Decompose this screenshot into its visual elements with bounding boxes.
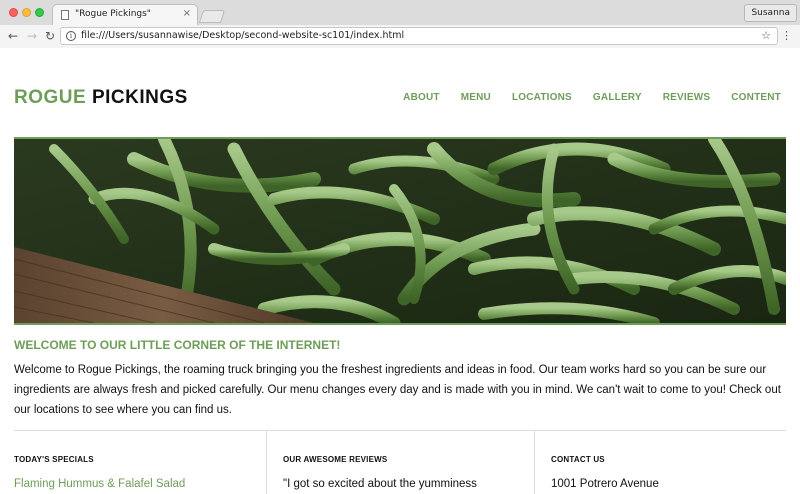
star-icon[interactable]: ☆	[761, 29, 771, 42]
reload-icon[interactable]: ↻	[45, 28, 55, 44]
tab-strip: "Rogue Pickings" × Susanna	[0, 0, 800, 26]
browser-toolbar: ← → ↻ i file:///Users/susannawise/Deskto…	[0, 25, 800, 48]
info-icon[interactable]: i	[66, 31, 76, 41]
web-page: ROGUE PICKINGS ABOUT MENU LOCATIONS GALL…	[0, 49, 800, 494]
nav-about[interactable]: ABOUT	[403, 92, 440, 103]
nav-content[interactable]: CONTENT	[731, 92, 781, 103]
page-icon	[61, 10, 69, 20]
url-text[interactable]: file:///Users/susannawise/Desktop/second…	[81, 30, 404, 41]
reviews-column: OUR AWESOME REVIEWS "I got so excited ab…	[266, 431, 534, 494]
special-item-link[interactable]: Flaming Hummus & Falafel Salad	[14, 478, 185, 490]
hero-image-green-beans	[14, 137, 786, 325]
logo-rogue: ROGUE	[14, 87, 87, 108]
close-window-button[interactable]	[9, 8, 18, 17]
profile-button[interactable]: Susanna	[744, 4, 797, 22]
review-quote: "I got so excited about the yumminess	[283, 478, 477, 490]
logo-pickings: PICKINGS	[91, 87, 188, 108]
arrow-right-icon[interactable]: →	[27, 28, 37, 44]
site-logo[interactable]: ROGUE PICKINGS	[14, 87, 188, 109]
reviews-heading: OUR AWESOME REVIEWS	[283, 455, 388, 464]
nav-gallery[interactable]: GALLERY	[593, 92, 642, 103]
minimize-window-button[interactable]	[22, 8, 31, 17]
contact-column: CONTACT US 1001 Potrero Avenue	[534, 431, 786, 494]
browser-chrome: "Rogue Pickings" × Susanna ← → ↻ i file:…	[0, 0, 800, 48]
contact-address: 1001 Potrero Avenue	[551, 478, 659, 490]
nav-reviews[interactable]: REVIEWS	[663, 92, 711, 103]
main-nav: ABOUT MENU LOCATIONS GALLERY REVIEWS CON…	[382, 92, 781, 103]
tab-title: "Rogue Pickings"	[75, 9, 151, 19]
specials-column: TODAY'S SPECIALS Flaming Hummus & Falafe…	[14, 431, 266, 494]
welcome-paragraph: Welcome to Rogue Pickings, the roaming t…	[14, 364, 781, 416]
welcome-heading: WELCOME TO OUR LITTLE CORNER OF THE INTE…	[14, 338, 341, 352]
contact-heading: CONTACT US	[551, 455, 605, 464]
tab-close-icon[interactable]: ×	[183, 8, 191, 19]
arrow-left-icon[interactable]: ←	[8, 28, 18, 44]
green-beans-illustration	[14, 139, 786, 323]
specials-heading: TODAY'S SPECIALS	[14, 455, 94, 464]
nav-menu[interactable]: MENU	[461, 92, 491, 103]
kebab-menu-icon[interactable]: ⋮	[781, 29, 792, 43]
browser-tab-active[interactable]: "Rogue Pickings" ×	[52, 4, 198, 26]
nav-locations[interactable]: LOCATIONS	[512, 92, 572, 103]
zoom-window-button[interactable]	[35, 8, 44, 17]
new-tab-button[interactable]	[198, 10, 226, 23]
address-bar[interactable]: i file:///Users/susannawise/Desktop/seco…	[60, 27, 778, 45]
